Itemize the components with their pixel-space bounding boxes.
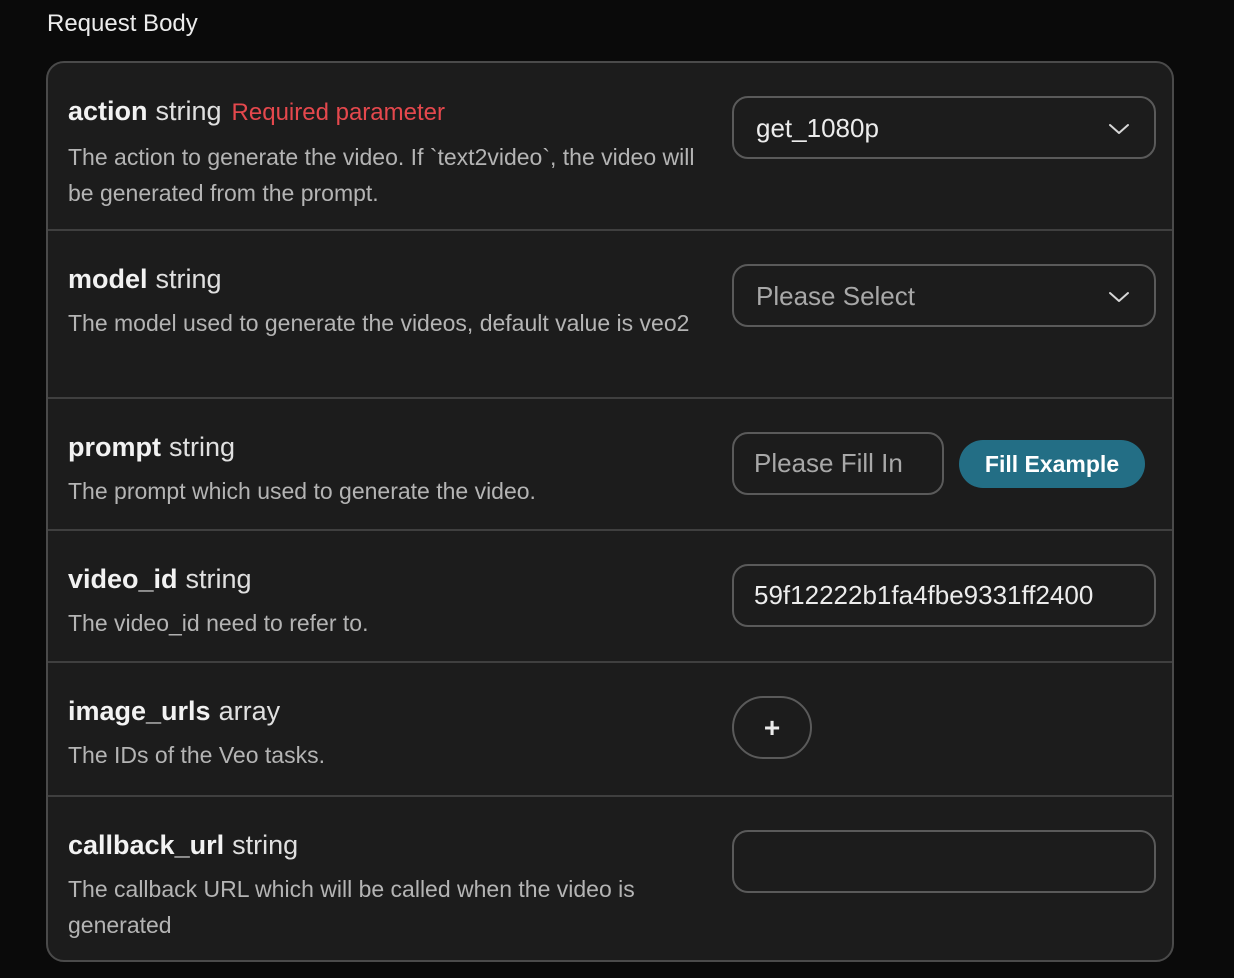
prompt-input[interactable]: [732, 432, 944, 495]
param-row-prompt: prompt string The prompt which used to ge…: [48, 399, 1172, 531]
param-name: prompt: [68, 432, 161, 462]
section-title: Request Body: [47, 10, 198, 37]
param-meta: model string The model used to generate t…: [68, 263, 708, 341]
param-description: The model used to generate the videos, d…: [68, 310, 690, 336]
param-name: model: [68, 264, 148, 294]
param-meta: prompt string The prompt which used to ge…: [68, 431, 708, 509]
param-description: The prompt which used to generate the vi…: [68, 478, 536, 504]
request-body-panel: action string Required parameter The actio…: [46, 61, 1174, 962]
param-row-image-urls: image_urls array The IDs of the Veo tasks…: [48, 663, 1172, 797]
param-row-model: model string The model used to generate t…: [48, 231, 1172, 399]
param-meta: callback_url string The callback URL whic…: [68, 829, 708, 943]
param-type: string: [168, 432, 236, 462]
param-description: The action to generate the video. If `te…: [68, 144, 695, 206]
param-row-callback-url: callback_url string The callback URL whic…: [48, 797, 1172, 960]
param-row-action: action string Required parameter The actio…: [48, 63, 1172, 231]
fill-example-button[interactable]: Fill Example: [959, 440, 1145, 488]
param-description: The callback URL which will be called wh…: [68, 876, 635, 938]
action-select[interactable]: get_1080p: [732, 96, 1156, 159]
param-description: The IDs of the Veo tasks.: [68, 742, 325, 768]
param-type: string: [232, 830, 299, 860]
model-select-placeholder: Please Select: [756, 281, 915, 311]
action-select-value: get_1080p: [756, 113, 879, 143]
chevron-down-icon: [1109, 292, 1129, 302]
model-select[interactable]: Please Select: [732, 264, 1156, 327]
param-name: image_urls: [68, 696, 211, 726]
param-type: array: [218, 696, 281, 726]
video-id-input[interactable]: [732, 564, 1156, 627]
add-image-url-button[interactable]: +: [732, 696, 812, 759]
param-name: action: [68, 96, 148, 126]
chevron-down-icon: [1109, 124, 1129, 134]
param-meta: image_urls array The IDs of the Veo tasks…: [68, 695, 708, 773]
param-name: video_id: [68, 564, 178, 594]
param-name: callback_url: [68, 830, 225, 860]
param-type: string: [185, 564, 252, 594]
param-row-video-id: video_id string The video_id need to refe…: [48, 531, 1172, 663]
callback-url-input[interactable]: [732, 830, 1156, 893]
param-meta: action string Required parameter The actio…: [68, 95, 708, 211]
param-type: string: [155, 96, 222, 126]
param-meta: video_id string The video_id need to refe…: [68, 563, 708, 641]
param-type: string: [155, 264, 222, 294]
required-badge: Required parameter: [231, 99, 445, 126]
param-description: The video_id need to refer to.: [68, 610, 369, 636]
